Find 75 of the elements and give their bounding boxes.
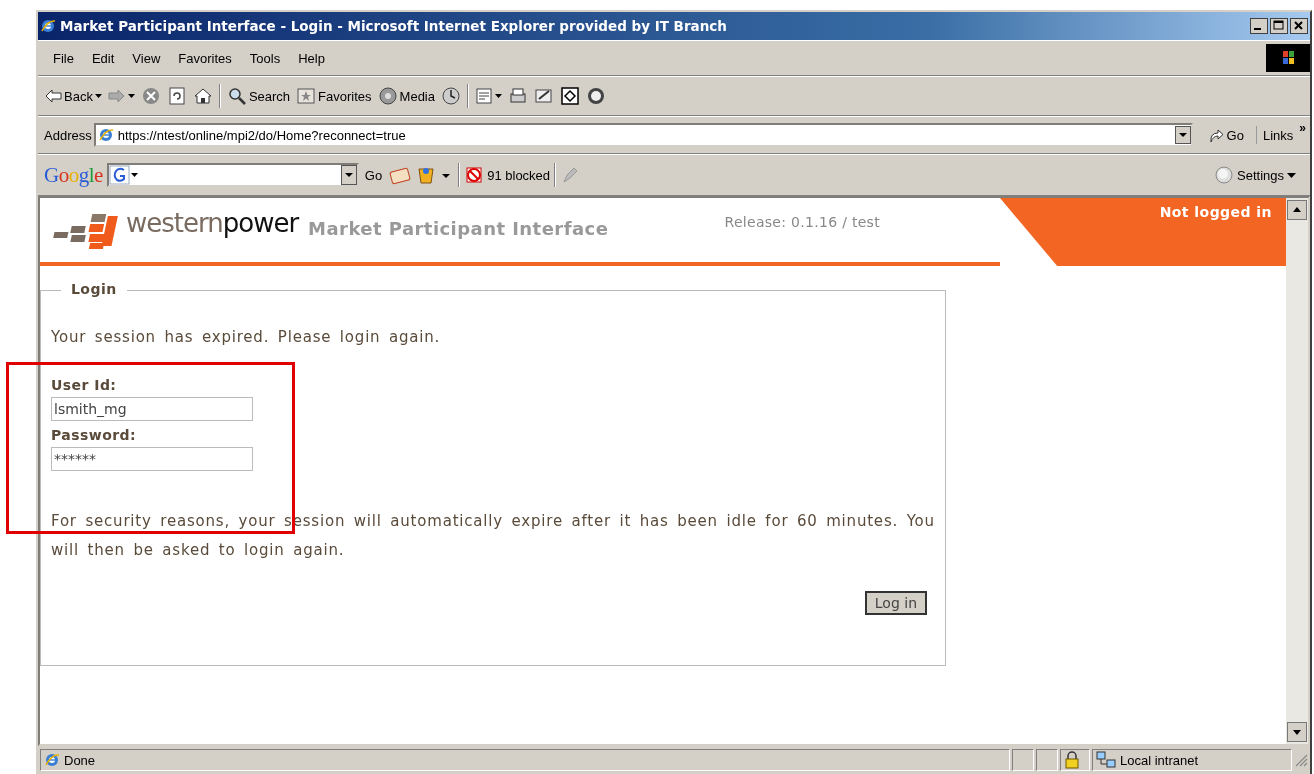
google-search-field[interactable] xyxy=(106,163,359,187)
media-icon xyxy=(377,86,398,106)
search-button[interactable]: Search xyxy=(226,86,291,106)
menu-item[interactable]: View xyxy=(123,50,170,66)
search-icon xyxy=(226,86,247,106)
print-button[interactable] xyxy=(508,86,528,106)
edit-icon xyxy=(534,86,554,106)
field-label: Password: xyxy=(51,427,138,443)
scroll-up-icon[interactable] xyxy=(1287,200,1307,220)
network-icon xyxy=(1096,751,1116,769)
address-field[interactable]: https://ntest/online/mpi2/do/Home?reconnect=true xyxy=(93,123,1193,147)
stop-icon xyxy=(140,86,161,106)
popup-blocker-button[interactable]: 91 blocked xyxy=(464,165,551,185)
caret-icon xyxy=(127,94,135,98)
page-icon xyxy=(97,127,114,143)
menu-item[interactable]: Tools xyxy=(240,50,290,66)
caret-icon xyxy=(1287,172,1296,178)
login-status: Not logged in xyxy=(1159,204,1272,220)
page-icon xyxy=(44,752,60,768)
scroll-down-icon[interactable] xyxy=(1287,722,1307,742)
chevron-button[interactable]: » xyxy=(1299,117,1310,135)
zone-text: Local intranet xyxy=(1120,752,1199,768)
input-field[interactable]: ****** xyxy=(51,447,253,471)
status-text: Done xyxy=(64,752,96,768)
maximize-icon[interactable] xyxy=(1270,18,1288,34)
scrollbar[interactable] xyxy=(1286,198,1308,744)
browser-icon xyxy=(40,18,56,34)
dropdown-icon[interactable] xyxy=(340,165,357,185)
menu-item[interactable]: Help xyxy=(289,50,334,66)
input-field[interactable]: lsmith_mg xyxy=(51,397,253,421)
refresh-button[interactable] xyxy=(166,86,187,106)
status-pane xyxy=(1036,749,1058,771)
go-button[interactable]: Go xyxy=(1194,126,1257,144)
panel-title: Login xyxy=(61,281,127,297)
home-button[interactable] xyxy=(192,86,213,106)
history-icon xyxy=(441,86,461,106)
session-message: Your session has expired. Please login again. xyxy=(51,327,442,347)
release-text: Release: 0.1.16 / test xyxy=(724,213,881,230)
edit-button[interactable] xyxy=(534,86,554,106)
lock-icon xyxy=(1064,751,1080,769)
refresh-icon xyxy=(166,86,187,106)
resize-grip-icon[interactable] xyxy=(1294,753,1308,767)
login-button[interactable]: Log in xyxy=(864,591,927,615)
go-button[interactable]: Go xyxy=(362,167,385,183)
dropdown-icon[interactable] xyxy=(1174,126,1191,144)
blocked-popup-icon xyxy=(464,165,485,185)
settings-button[interactable]: Settings xyxy=(1214,165,1296,185)
google-logo: Google xyxy=(44,162,103,188)
menu-item[interactable]: Favorites xyxy=(169,50,241,66)
status-pane xyxy=(1012,749,1034,771)
app-title: Market Participant Interface xyxy=(307,217,609,239)
history-button[interactable] xyxy=(441,86,461,106)
favorites-icon xyxy=(296,86,317,106)
address-label: Address xyxy=(44,127,92,143)
google-g-icon[interactable] xyxy=(108,165,139,185)
window-title: Market Participant Interface - Login - Microsoft Internet Explorer provided by IT Branch xyxy=(60,18,727,34)
media-button[interactable]: Media xyxy=(377,86,435,106)
minimize-icon[interactable] xyxy=(1250,18,1268,34)
mail-button[interactable] xyxy=(475,86,502,106)
menu-item[interactable]: File xyxy=(44,50,83,66)
links-button[interactable]: Links xyxy=(1258,127,1298,143)
caret-icon xyxy=(94,94,102,98)
caret-icon xyxy=(495,94,502,98)
home-icon xyxy=(192,86,213,106)
back-button[interactable]: Back xyxy=(44,86,102,106)
favorites-button[interactable]: Favorites xyxy=(296,86,372,106)
field-label: User Id: xyxy=(51,377,118,393)
close-icon[interactable] xyxy=(1290,18,1308,34)
mail-icon xyxy=(475,86,493,106)
print-icon xyxy=(508,86,528,106)
brand-name: westernpower xyxy=(126,207,299,238)
circle-icon xyxy=(1214,165,1234,185)
stop-button[interactable] xyxy=(140,86,161,106)
menu-item[interactable]: Edit xyxy=(82,50,124,66)
windows-logo-icon xyxy=(1266,44,1310,72)
